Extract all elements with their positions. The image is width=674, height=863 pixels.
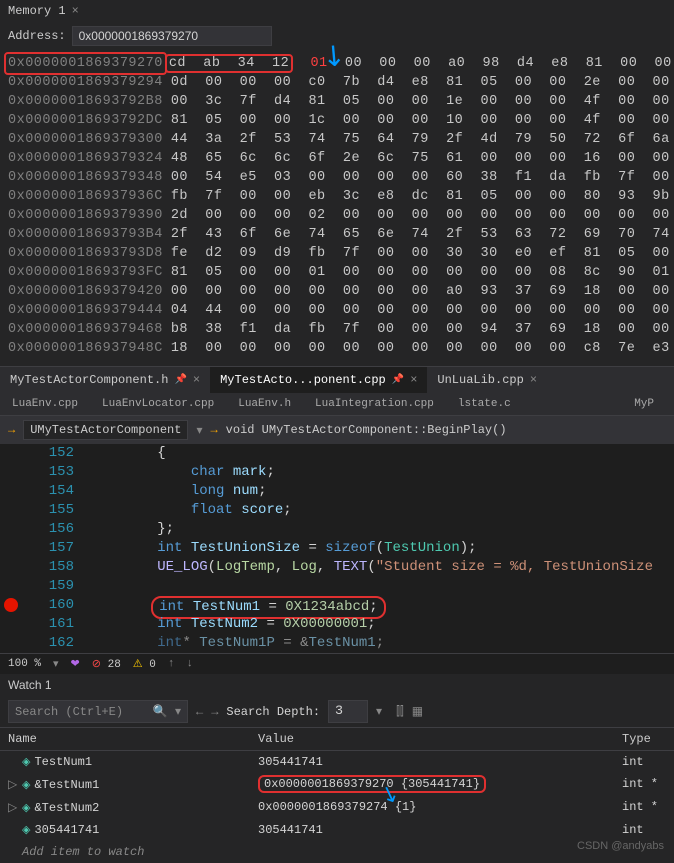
- memory-row: 0x000000186937932448 65 6c 6c 6f 2e 6c 7…: [8, 149, 666, 168]
- memory-row: 0x00000018693792940d 00 00 00 c0 7b d4 e…: [8, 73, 666, 92]
- separator: ▾: [196, 423, 202, 438]
- close-icon[interactable]: ×: [530, 373, 537, 387]
- address-label: Address:: [8, 29, 66, 43]
- memory-title: Memory 1 ×: [0, 0, 674, 22]
- close-icon[interactable]: ×: [193, 373, 200, 387]
- depth-input[interactable]: [328, 700, 368, 723]
- nav-tab[interactable]: LuaEnv.cpp: [0, 393, 90, 415]
- watch-search-row: Search (Ctrl+E) 🔍 ▾ ← → Search Depth: ▾ …: [0, 696, 674, 727]
- watch-panel: Watch 1 Search (Ctrl+E) 🔍 ▾ ← → Search D…: [0, 674, 674, 863]
- address-input[interactable]: [72, 26, 272, 46]
- close-icon[interactable]: ×: [410, 373, 417, 387]
- grid-icon[interactable]: ▦: [412, 704, 423, 719]
- memory-dump[interactable]: 0x0000001869379270cd ab 34 12 01 00 00 0…: [0, 50, 674, 366]
- chevron-down-icon[interactable]: ▾: [53, 657, 59, 671]
- file-tab[interactable]: UnLuaLib.cpp×: [427, 367, 547, 393]
- watch-row[interactable]: ▷◈ &TestNum10x0000001869379270 {30544174…: [0, 773, 674, 796]
- chevron-down-icon[interactable]: ▾: [376, 704, 382, 719]
- col-name[interactable]: Name: [0, 728, 250, 750]
- nav-tab[interactable]: MyP: [622, 393, 666, 415]
- nav-left-icon[interactable]: ←: [196, 705, 203, 719]
- watermark: CSDN @andyabs: [577, 840, 664, 852]
- nav-down-icon[interactable]: ↓: [187, 658, 194, 670]
- error-count[interactable]: ⊘ 28: [92, 657, 121, 671]
- memory-row: 0x000000186937936Cfb 7f 00 00 eb 3c e8 d…: [8, 187, 666, 206]
- memory-row: 0x000000186937934800 54 e5 03 00 00 00 0…: [8, 168, 666, 187]
- variable-icon: ◈: [22, 801, 30, 815]
- memory-row: 0x0000001869379468b8 38 f1 da fb 7f 00 0…: [8, 320, 666, 339]
- nav-up-icon[interactable]: ↑: [168, 658, 175, 670]
- breadcrumb-method[interactable]: void UMyTestActorComponent::BeginPlay(): [226, 423, 507, 437]
- memory-address-row: Address:: [0, 22, 674, 50]
- variable-icon: ◈: [22, 755, 30, 769]
- memory-row: 0x000000186937942000 00 00 00 00 00 00 0…: [8, 282, 666, 301]
- nav-tab[interactable]: LuaIntegration.cpp: [303, 393, 446, 415]
- memory-row: 0x00000018693792DC81 05 00 00 1c 00 00 0…: [8, 111, 666, 130]
- memory-row: 0x000000186937930044 3a 2f 53 74 75 64 7…: [8, 130, 666, 149]
- watch-title: Watch 1: [0, 674, 674, 696]
- watch-search-input[interactable]: Search (Ctrl+E) 🔍 ▾: [8, 700, 188, 723]
- breadcrumb: → UMyTestActorComponent ▾ → void UMyTest…: [0, 416, 674, 444]
- status-bar: 100 % ▾ ❤ ⊘ 28 ⚠ 0 ↑ ↓: [0, 653, 674, 674]
- nav-tab[interactable]: LuaEnvLocator.cpp: [90, 393, 226, 415]
- nav-tab[interactable]: lstate.c: [446, 393, 523, 415]
- nav-arrow-icon[interactable]: →: [8, 423, 15, 437]
- line-gutter: 152153154155156157158159160161162: [0, 444, 90, 653]
- zoom-level[interactable]: 100 %: [8, 658, 41, 670]
- breadcrumb-class[interactable]: UMyTestActorComponent: [23, 420, 188, 440]
- variable-icon: ◈: [22, 823, 30, 837]
- nav-right-icon[interactable]: →: [211, 705, 218, 719]
- file-tab[interactable]: MyTestActo...ponent.cpp📌×: [210, 367, 427, 393]
- pin-icon[interactable]: 📌: [392, 374, 404, 386]
- memory-row: 0x000000186937944404 44 00 00 00 00 00 0…: [8, 301, 666, 320]
- watch-row[interactable]: ◈ TestNum1305441741int: [0, 751, 674, 773]
- filter-icon[interactable]: ⫿⫿: [396, 705, 404, 719]
- nav-tab[interactable]: LuaEnv.h: [226, 393, 303, 415]
- file-tab-bar: MyTestActorComponent.h📌×MyTestActo...pon…: [0, 367, 674, 393]
- code-editor[interactable]: 152153154155156157158159160161162 { char…: [0, 444, 674, 653]
- file-tab[interactable]: MyTestActorComponent.h📌×: [0, 367, 210, 393]
- pin-icon[interactable]: 📌: [174, 374, 186, 386]
- variable-icon: ◈: [22, 778, 30, 792]
- watch-table: Name Value Type ◈ TestNum1305441741int▷◈…: [0, 727, 674, 863]
- close-icon[interactable]: ×: [72, 4, 79, 18]
- memory-row: 0x00000018693793B42f 43 6f 6e 74 65 6e 7…: [8, 225, 666, 244]
- memory-row: 0x00000018693792B800 3c 7f d4 81 05 00 0…: [8, 92, 666, 111]
- memory-row: 0x0000001869379270cd ab 34 12 01 00 00 0…: [8, 54, 666, 73]
- memory-row: 0x00000018693793D8fe d2 09 d9 fb 7f 00 0…: [8, 244, 666, 263]
- health-icon[interactable]: ❤: [71, 657, 80, 671]
- nav-tab-bar: LuaEnv.cppLuaEnvLocator.cppLuaEnv.hLuaIn…: [0, 393, 674, 416]
- memory-row: 0x00000018693793902d 00 00 00 02 00 00 0…: [8, 206, 666, 225]
- code-lines[interactable]: { char mark; long num; float score; }; i…: [90, 444, 674, 653]
- memory-row: 0x000000186937948C18 00 00 00 00 00 00 0…: [8, 339, 666, 358]
- col-type[interactable]: Type: [614, 728, 674, 750]
- col-value[interactable]: Value: [250, 728, 614, 750]
- memory-title-text: Memory 1: [8, 4, 66, 18]
- depth-label: Search Depth:: [226, 705, 320, 719]
- search-icon: 🔍 ▾: [153, 704, 181, 719]
- nav-arrow-icon[interactable]: →: [210, 423, 217, 437]
- watch-row[interactable]: ▷◈ &TestNum20x0000001869379274 {1}int *: [0, 796, 674, 819]
- breakpoint-icon[interactable]: [4, 598, 18, 612]
- memory-panel: Memory 1 × Address: 0x0000001869379270cd…: [0, 0, 674, 367]
- watch-header: Name Value Type: [0, 727, 674, 751]
- memory-row: 0x00000018693793FC81 05 00 00 01 00 00 0…: [8, 263, 666, 282]
- warning-count[interactable]: ⚠ 0: [133, 657, 156, 671]
- watch-row[interactable]: ◈ 305441741305441741int: [0, 819, 674, 841]
